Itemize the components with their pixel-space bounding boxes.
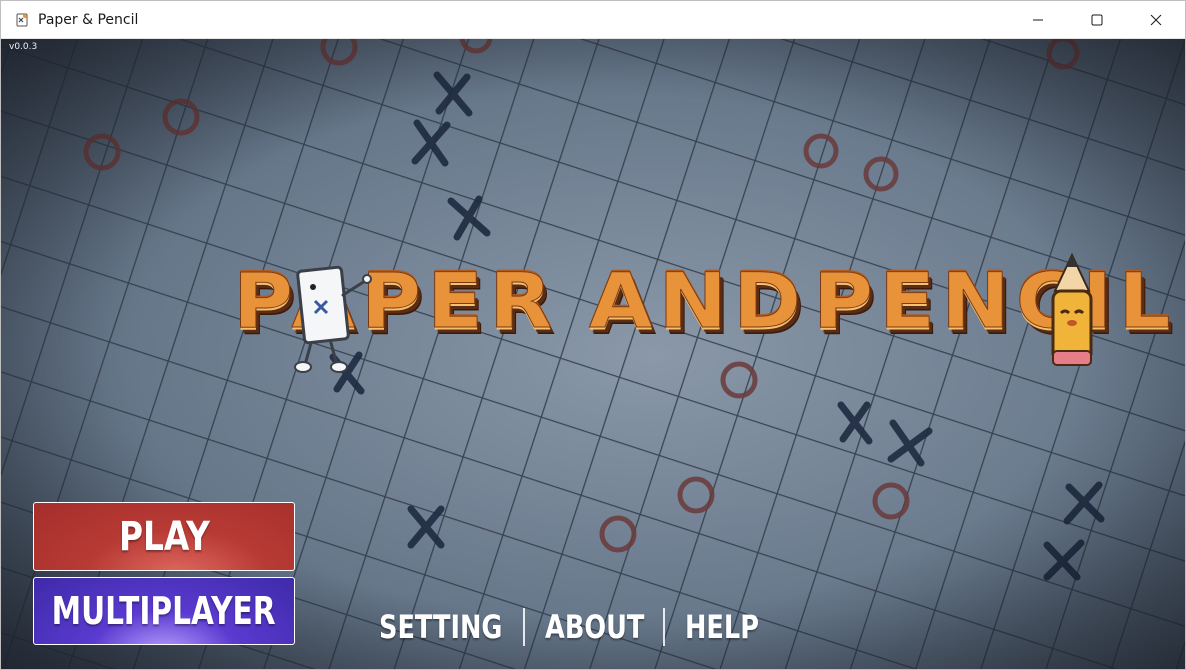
maximize-icon — [1091, 14, 1102, 25]
minimize-icon — [1032, 19, 1043, 20]
menu-divider — [663, 608, 666, 646]
pencil-mascot-icon — [1051, 252, 1093, 366]
logo-word-pencil: PENCIL — [813, 257, 1177, 346]
logo-word-and: AND — [588, 257, 808, 346]
logo-word-paper: PAPER — [232, 257, 559, 346]
game-canvas: v0.0.3 PAPER AND PENCIL PLAY MULTIPLAYER… — [1, 39, 1185, 669]
window-controls — [1008, 1, 1185, 38]
multiplayer-button-label: MULTIPLAYER — [51, 589, 277, 633]
help-link[interactable]: HELP — [685, 608, 759, 646]
maximize-button[interactable] — [1067, 1, 1126, 38]
close-button[interactable] — [1126, 1, 1185, 38]
paper-mascot-icon — [294, 265, 372, 373]
window-title: Paper & Pencil — [38, 11, 139, 28]
play-button[interactable]: PLAY — [33, 502, 295, 571]
setting-link[interactable]: SETTING — [379, 608, 502, 646]
menu-divider — [523, 608, 526, 646]
app-window: Paper & Pencil v0.0.3 PAPER AND PENCIL P… — [0, 0, 1186, 670]
multiplayer-button[interactable]: MULTIPLAYER — [33, 577, 295, 645]
close-icon — [1150, 14, 1161, 25]
about-link[interactable]: ABOUT — [545, 608, 644, 646]
app-pencil-icon — [13, 11, 31, 29]
minimize-button[interactable] — [1008, 1, 1067, 38]
secondary-menu: SETTING ABOUT HELP — [379, 605, 778, 649]
title-bar[interactable]: Paper & Pencil — [1, 1, 1185, 39]
play-button-label: PLAY — [118, 513, 210, 560]
game-logo: PAPER AND PENCIL — [232, 251, 1173, 373]
version-label: v0.0.3 — [9, 42, 38, 52]
